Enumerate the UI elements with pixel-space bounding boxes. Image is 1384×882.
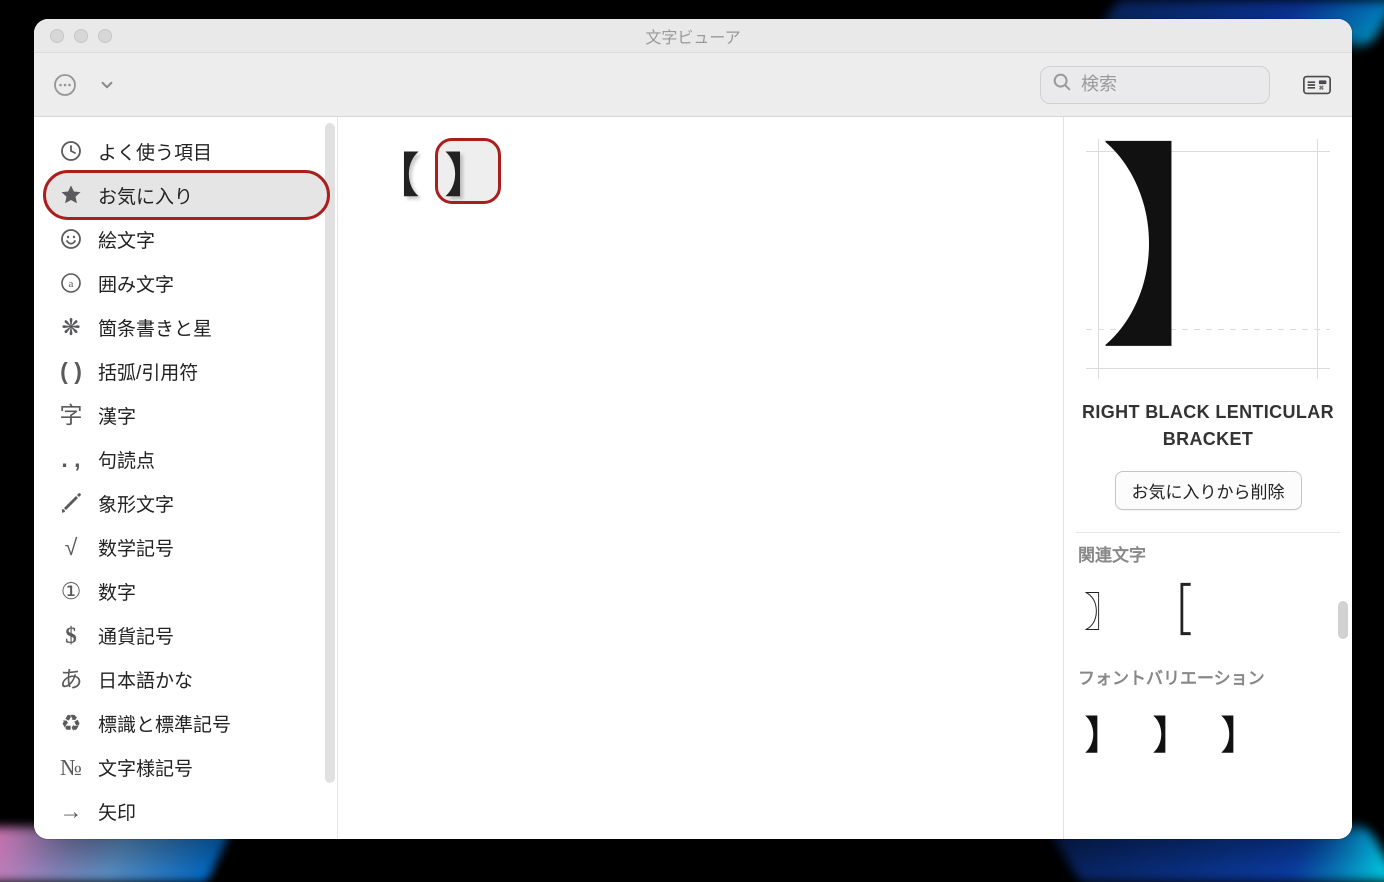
toolbar: ⌘ <box>34 53 1352 117</box>
character-preview: 】 <box>1076 129 1340 389</box>
sidebar-item-label: 数学記号 <box>98 534 174 561</box>
circled-one-icon: ① <box>58 578 84 604</box>
sidebar: よく使う項目 お気に入り 絵文字 a 囲み文字 <box>34 117 338 839</box>
clock-icon <box>58 138 84 164</box>
sidebar-item-label: 囲み文字 <box>98 270 174 297</box>
enclosed-a-icon: a <box>58 270 84 296</box>
font-variations-title: フォントバリエーション <box>1076 656 1340 697</box>
sidebar-item-favorites[interactable]: お気に入り <box>46 173 327 217</box>
sidebar-item-label: 箇条書きと星 <box>98 314 212 341</box>
character-cell-selected[interactable]: 】 <box>438 141 498 201</box>
star-icon <box>58 182 84 208</box>
sidebar-item-label: 矢印 <box>98 798 136 825</box>
window-title: 文字ビューア <box>34 24 1352 48</box>
sidebar-item-currency[interactable]: $ 通貨記号 <box>46 613 327 657</box>
sidebar-item-pictographs[interactable]: 象形文字 <box>46 481 327 525</box>
sidebar-item-digits[interactable]: ① 数字 <box>46 569 327 613</box>
sidebar-item-label: 句読点 <box>98 446 155 473</box>
keyboard-icon: ⌘ <box>1302 73 1332 97</box>
font-variation[interactable]: 】 <box>1152 703 1192 761</box>
sidebar-item-kanji[interactable]: 字 漢字 <box>46 393 327 437</box>
sidebar-item-brackets[interactable]: ( ) 括弧/引用符 <box>46 349 327 393</box>
sidebar-item-math[interactable]: √ 数学記号 <box>46 525 327 569</box>
sidebar-item-label: 漢字 <box>98 402 136 429</box>
related-characters-title: 関連文字 <box>1076 532 1340 574</box>
action-menu-button[interactable] <box>50 70 80 100</box>
inspector-scrollbar[interactable] <box>1338 601 1348 639</box>
punctuation-icon: . , <box>58 446 84 472</box>
remove-from-favorites-button[interactable]: お気に入りから削除 <box>1115 471 1302 510</box>
sidebar-item-punctuation[interactable]: . , 句読点 <box>46 437 327 481</box>
search-input[interactable] <box>1081 74 1259 95</box>
preview-glyph: 】 <box>1098 143 1318 363</box>
sidebar-item-label: よく使う項目 <box>98 138 212 165</box>
sidebar-item-label: 括弧/引用符 <box>98 358 198 385</box>
recycle-icon: ♻ <box>58 710 84 736</box>
parentheses-icon: ( ) <box>58 358 84 384</box>
sidebar-item-emoji[interactable]: 絵文字 <box>46 217 327 261</box>
sidebar-item-label: お気に入り <box>98 182 193 209</box>
sidebar-item-label: 日本語かな <box>98 666 193 693</box>
search-field[interactable] <box>1040 66 1270 104</box>
related-character[interactable]: 〗 <box>1084 580 1124 638</box>
chevron-down-icon <box>98 76 116 94</box>
sidebar-item-letterlike[interactable]: № 文字様記号 <box>46 745 327 789</box>
sidebar-item-label: 文字様記号 <box>98 754 193 781</box>
pencil-icon <box>58 490 84 516</box>
character-name: RIGHT BLACK LENTICULAR BRACKET <box>1076 399 1340 453</box>
sidebar-item-signs[interactable]: ♻ 標識と標準記号 <box>46 701 327 745</box>
character-viewer-window: 文字ビューア <box>34 19 1352 839</box>
sidebar-item-recently-used[interactable]: よく使う項目 <box>46 129 327 173</box>
font-variation[interactable]: 】 <box>1220 703 1260 761</box>
keyboard-shortcuts-button[interactable]: ⌘ <box>1298 69 1336 101</box>
kanji-icon: 字 <box>58 402 84 428</box>
emoji-icon <box>58 226 84 252</box>
character-grid: 【 】 <box>338 117 1064 839</box>
ellipsis-circle-icon <box>53 73 77 97</box>
font-variation[interactable]: 】 <box>1084 703 1124 761</box>
sidebar-item-label: 標識と標準記号 <box>98 710 231 737</box>
sidebar-item-bullets-stars[interactable]: ❋ 箇条書きと星 <box>46 305 327 349</box>
numero-icon: № <box>58 754 84 780</box>
arrow-right-icon: → <box>58 798 84 824</box>
sqrt-icon: √ <box>58 534 84 560</box>
asterisk-icon: ❋ <box>58 314 84 340</box>
svg-text:a: a <box>69 278 74 290</box>
related-character[interactable]: ﹈ <box>1145 581 1203 637</box>
sidebar-item-kana[interactable]: あ 日本語かな <box>46 657 327 701</box>
sidebar-item-enclosed[interactable]: a 囲み文字 <box>46 261 327 305</box>
sidebar-item-label: 象形文字 <box>98 490 174 517</box>
related-characters: 〗 ﹈ <box>1076 574 1340 656</box>
sidebar-item-label: 通貨記号 <box>98 622 174 649</box>
dollar-icon: $ <box>58 622 84 648</box>
sidebar-item-label: 数字 <box>98 578 136 605</box>
category-dropdown[interactable] <box>92 70 122 100</box>
character-cell[interactable]: 【 <box>366 141 426 201</box>
hiragana-a-icon: あ <box>58 666 84 692</box>
font-variations: 】 】 】 <box>1076 697 1340 761</box>
svg-text:⌘: ⌘ <box>1319 85 1324 91</box>
sidebar-item-label: 絵文字 <box>98 226 155 253</box>
search-icon <box>1051 71 1073 98</box>
sidebar-item-arrows[interactable]: → 矢印 <box>46 789 327 833</box>
inspector-panel: 】 RIGHT BLACK LENTICULAR BRACKET お気に入りから… <box>1064 117 1352 839</box>
titlebar: 文字ビューア <box>34 19 1352 53</box>
content-area: よく使う項目 お気に入り 絵文字 a 囲み文字 <box>34 117 1352 839</box>
